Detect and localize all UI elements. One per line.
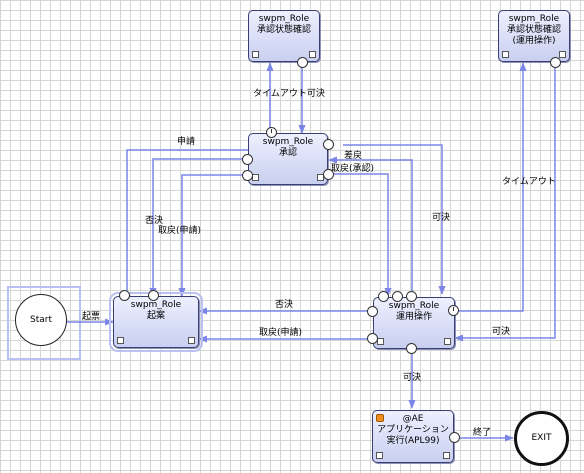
shonin-port-2[interactable] <box>242 170 253 181</box>
exit-terminal[interactable]: EXIT <box>514 411 569 466</box>
app-port[interactable] <box>449 432 460 443</box>
node-app-settings-icon[interactable] <box>376 452 383 459</box>
edge-kaketsu-in[interactable] <box>454 67 556 342</box>
edge-label-kaketsu-right: 可決 <box>432 213 451 223</box>
shonin-jotai-port[interactable] <box>297 57 308 68</box>
edge-label-sashimodoshi: 差戻 <box>344 151 363 161</box>
edge-torimodoshi-shonin[interactable] <box>328 173 392 297</box>
shonin-port-3[interactable] <box>323 139 334 150</box>
exit-label: EXIT <box>531 433 552 443</box>
start-terminal[interactable]: Start <box>15 294 67 346</box>
unyo-port-5[interactable] <box>367 333 378 344</box>
connector-layer <box>7 62 556 442</box>
app-badge-icon <box>376 414 384 422</box>
node-app-name: アプリケーション実行(APL99) <box>377 425 449 446</box>
edge-label-torimodoshi-shinsei-left: 取戻(申請) <box>158 226 202 236</box>
edge-label-kaketsu-in: 可決 <box>492 327 511 337</box>
node-app[interactable]: @AE アプリケーション実行(APL99) <box>372 410 454 463</box>
edge-label-shuryo: 終了 <box>473 428 492 438</box>
edge-label-shinsei: 申請 <box>177 137 196 147</box>
node-kigian-link-icon[interactable] <box>188 337 195 344</box>
start-label: Start <box>30 315 52 325</box>
node-shonin[interactable]: swpm_Role 承認 <box>248 133 328 185</box>
node-kigian-settings-icon[interactable] <box>117 337 124 344</box>
unyo-port-3[interactable] <box>406 291 417 302</box>
unyo-port-4[interactable] <box>367 306 378 317</box>
node-unyo-jotai-role: swpm_Role <box>508 14 560 24</box>
edge-label-kihyo: 起票 <box>82 312 101 322</box>
node-shonin-jotai-role: swpm_Role <box>258 14 310 24</box>
shonin-timer-icon[interactable] <box>266 127 277 138</box>
node-shonin-jotai-link-icon[interactable] <box>309 51 316 58</box>
node-kigian-role: swpm_Role <box>130 300 182 310</box>
edge-label-timeout-kaketsu: タイムアウト可決 <box>253 89 325 99</box>
node-kigian[interactable]: swpm_Role 起案 <box>109 292 203 352</box>
node-shonin-name: 承認 <box>278 148 297 158</box>
node-shonin-settings-icon[interactable] <box>252 174 259 181</box>
node-unyo[interactable]: swpm_Role 運用操作 <box>373 297 455 349</box>
unyo-jotai-port[interactable] <box>550 57 561 68</box>
node-unyo-settings-icon[interactable] <box>377 338 384 345</box>
shonin-port-1[interactable] <box>242 154 253 165</box>
edge-label-kaketsu-down: 可決 <box>403 373 422 383</box>
kigian-port-1[interactable] <box>119 290 130 301</box>
node-unyo-name: 運用操作 <box>395 312 432 322</box>
node-app-role: @AE <box>402 414 424 424</box>
edge-label-torimodoshi-shonin: 取戻(承認) <box>331 164 375 174</box>
node-kigian-name: 起案 <box>146 311 165 321</box>
node-unyo-role: swpm_Role <box>388 301 440 311</box>
node-unyo-link-icon[interactable] <box>444 338 451 345</box>
node-app-link-icon[interactable] <box>443 452 450 459</box>
unyo-port-6[interactable] <box>406 343 417 354</box>
node-unyo-jotai-link-icon[interactable] <box>559 51 566 58</box>
edge-sashimodoshi[interactable] <box>328 156 413 292</box>
node-shonin-role: swpm_Role <box>262 137 314 147</box>
node-unyo-jotai-settings-icon[interactable] <box>502 51 509 58</box>
node-unyo-jotai[interactable]: swpm_Role 承認状態確認(運用操作) <box>498 10 570 62</box>
edge-label-timeout-right: タイムアウト <box>502 177 556 187</box>
edge-label-torimodoshi-shinsei-mid: 取戻(申請) <box>259 328 303 338</box>
node-shonin-jotai-settings-icon[interactable] <box>252 51 259 58</box>
edge-label-hiketsu-mid: 否決 <box>275 300 294 310</box>
unyo-port-2[interactable] <box>392 291 403 302</box>
node-shonin-jotai-name: 承認状態確認 <box>256 25 311 35</box>
unyo-timer-icon[interactable] <box>448 305 459 316</box>
unyo-port-1[interactable] <box>378 291 389 302</box>
node-unyo-jotai-name: 承認状態確認(運用操作) <box>506 25 561 46</box>
kigian-port-2[interactable] <box>148 290 159 301</box>
node-shonin-jotai[interactable]: swpm_Role 承認状態確認 <box>248 10 320 62</box>
